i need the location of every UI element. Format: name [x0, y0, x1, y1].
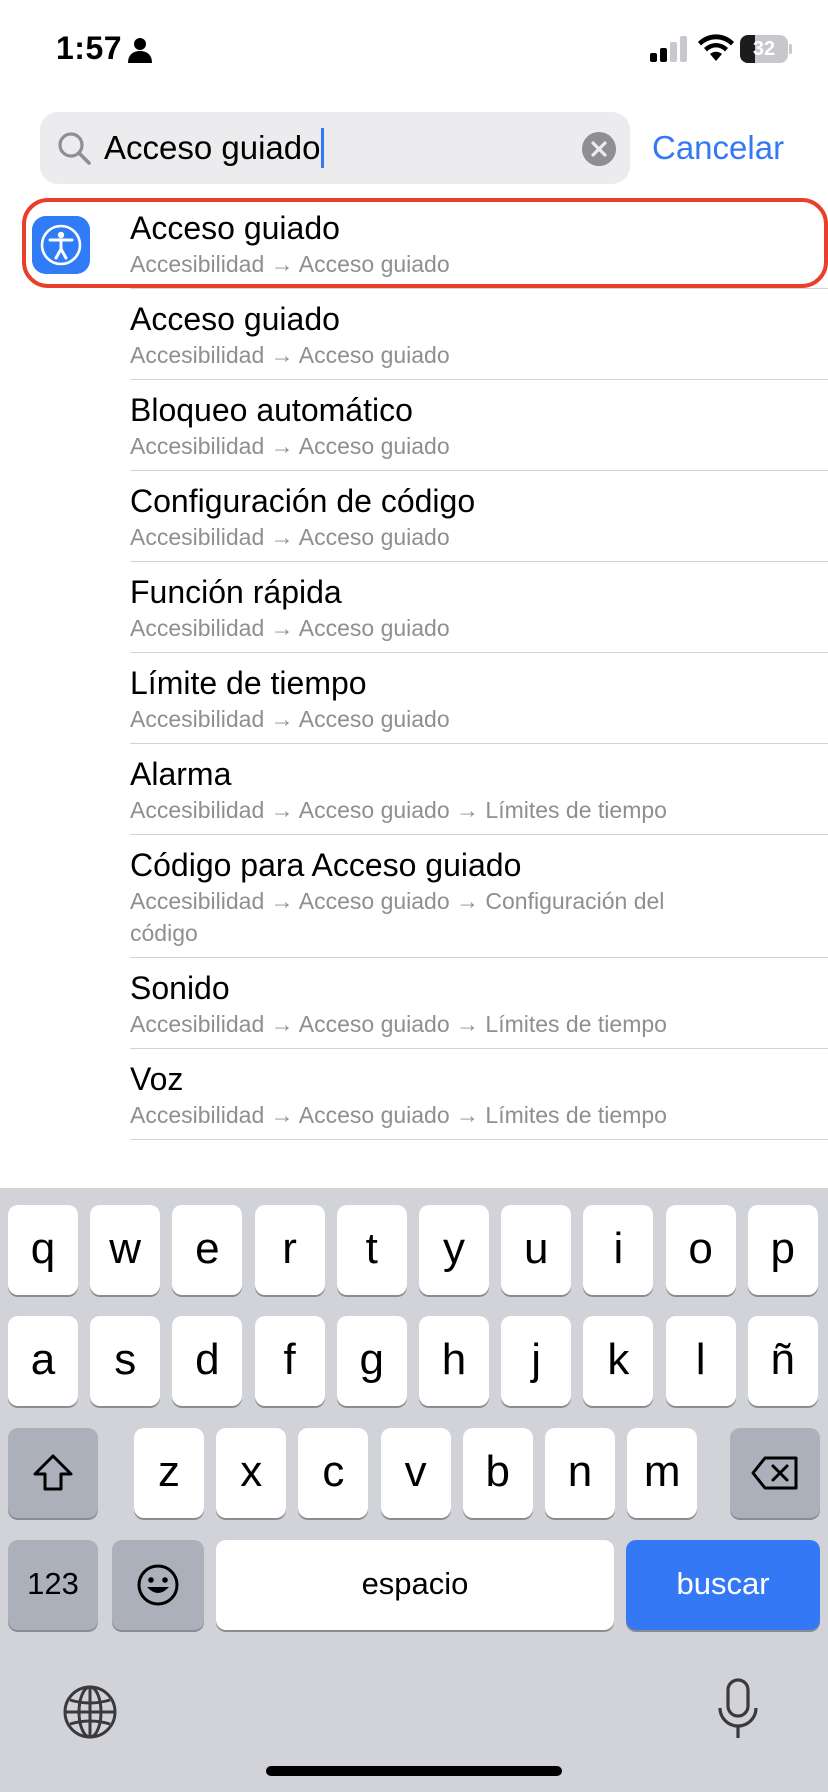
key-g[interactable]: g [336, 1316, 407, 1406]
status-bar: 1:57 32 [0, 0, 828, 100]
result-path: Accesibilidad → Acceso guiado [130, 706, 450, 732]
battery-icon: 32 [740, 35, 792, 63]
search-result-row[interactable]: Alarma Accesibilidad → Acceso guiado → Lí… [0, 744, 828, 835]
key-t[interactable]: t [336, 1205, 407, 1295]
key-w[interactable]: w [90, 1205, 161, 1295]
person-icon [128, 38, 152, 63]
key-z[interactable]: z [134, 1428, 204, 1518]
result-title: Configuración de código [130, 483, 476, 519]
result-title: Código para Acceso guiado [130, 847, 522, 883]
key-c[interactable]: c [298, 1428, 369, 1518]
key-i[interactable]: i [583, 1205, 654, 1295]
search-result-row[interactable]: Acceso guiado Accesibilidad → Acceso guia… [0, 289, 828, 380]
backspace-key[interactable] [730, 1428, 820, 1518]
key-u[interactable]: u [501, 1205, 572, 1295]
result-path: Accesibilidad → Acceso guiado → Configur… [130, 888, 665, 946]
numbers-key[interactable]: 123 [8, 1540, 98, 1630]
shift-key[interactable] [8, 1428, 98, 1518]
search-result-row[interactable]: Función rápida Accesibilidad → Acceso gui… [0, 562, 828, 653]
result-title: Bloqueo automático [130, 392, 413, 428]
search-result-row[interactable]: Voz Accesibilidad → Acceso guiado → Límit… [0, 1049, 828, 1140]
result-path: Accesibilidad → Acceso guiado → Límites … [130, 1011, 667, 1037]
search-input[interactable]: Acceso guiado [104, 112, 325, 184]
key-e[interactable]: e [172, 1205, 243, 1295]
key-k[interactable]: k [583, 1316, 654, 1406]
key-r[interactable]: r [254, 1205, 325, 1295]
key-q[interactable]: q [8, 1205, 78, 1295]
key-ñ[interactable]: ñ [747, 1316, 818, 1406]
key-f[interactable]: f [254, 1316, 325, 1406]
space-key[interactable]: espacio [216, 1540, 614, 1630]
highlight-outline [22, 198, 828, 288]
result-title: Sonido [130, 970, 230, 1006]
result-path: Accesibilidad → Acceso guiado [130, 615, 450, 641]
key-p[interactable]: p [747, 1205, 818, 1295]
search-result-row[interactable]: Código para Acceso guiado Accesibilidad →… [0, 835, 828, 958]
status-time: 1:57 [56, 30, 123, 66]
key-x[interactable]: x [216, 1428, 287, 1518]
key-o[interactable]: o [665, 1205, 736, 1295]
key-n[interactable]: n [545, 1428, 615, 1518]
key-d[interactable]: d [172, 1316, 243, 1406]
backspace-icon [751, 1456, 798, 1490]
key-m[interactable]: m [627, 1428, 698, 1518]
key-y[interactable]: y [419, 1205, 489, 1295]
signal-icon [650, 36, 687, 62]
home-indicator[interactable] [266, 1766, 562, 1776]
clear-icon[interactable] [582, 132, 616, 166]
shift-icon [33, 1454, 73, 1491]
search-result-row[interactable]: Límite de tiempo Accesibilidad → Acceso g… [0, 653, 828, 744]
search-result-row[interactable]: Bloqueo automático Accesibilidad → Acceso… [0, 380, 828, 471]
search-field[interactable]: Acceso guiado [40, 112, 630, 184]
search-icon [58, 132, 91, 165]
globe-icon[interactable] [62, 1684, 118, 1740]
search-result-row[interactable]: Sonido Accesibilidad → Acceso guiado → Lí… [0, 958, 828, 1049]
key-v[interactable]: v [380, 1428, 451, 1518]
cancel-button[interactable]: Cancelar [652, 112, 784, 184]
result-title: Alarma [130, 756, 232, 792]
key-b[interactable]: b [462, 1428, 533, 1518]
microphone-icon[interactable] [716, 1678, 760, 1742]
result-title: Acceso guiado [130, 301, 340, 337]
result-title: Función rápida [130, 574, 342, 610]
battery-level: 32 [752, 38, 776, 60]
emoji-key[interactable] [112, 1540, 204, 1630]
wifi-icon [698, 34, 734, 61]
search-result-row[interactable]: Configuración de código Accesibilidad → A… [0, 471, 828, 562]
search-input-text: Acceso guiado [104, 129, 321, 166]
search-key[interactable]: buscar [626, 1540, 820, 1630]
emoji-icon [137, 1564, 179, 1606]
key-h[interactable]: h [419, 1316, 489, 1406]
result-path: Accesibilidad → Acceso guiado [130, 342, 450, 368]
key-s[interactable]: s [90, 1316, 161, 1406]
key-l[interactable]: l [665, 1316, 736, 1406]
key-a[interactable]: a [8, 1316, 78, 1406]
result-path: Accesibilidad → Acceso guiado [130, 524, 450, 550]
result-path: Accesibilidad → Acceso guiado → Límites … [130, 1102, 667, 1128]
result-path: Accesibilidad → Acceso guiado → Límites … [130, 797, 667, 823]
search-result-row[interactable]: Acceso guiado Accesibilidad → Acceso guia… [0, 198, 828, 289]
result-path: Accesibilidad → Acceso guiado [130, 433, 450, 459]
result-title: Voz [130, 1061, 184, 1097]
text-caret [321, 128, 325, 169]
result-title: Límite de tiempo [130, 665, 367, 701]
key-j[interactable]: j [501, 1316, 572, 1406]
search-results-list: Acceso guiado Accesibilidad → Acceso guia… [0, 198, 828, 1140]
